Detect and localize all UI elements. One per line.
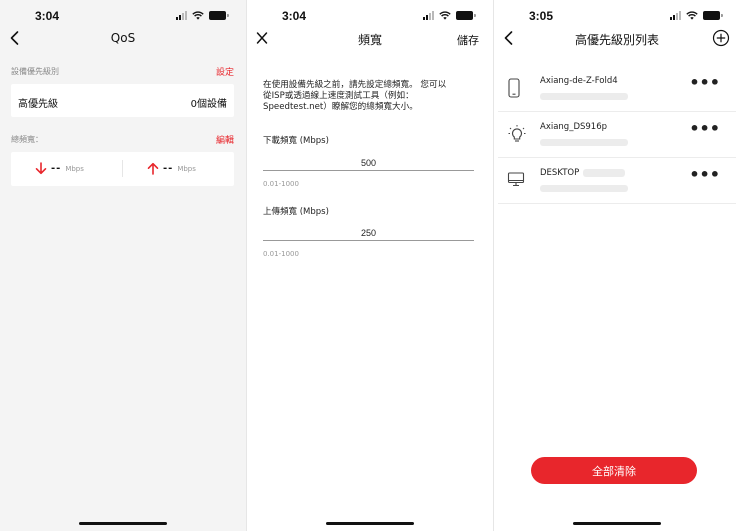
download-value: --: [51, 163, 62, 174]
download-bandwidth-input[interactable]: [263, 153, 474, 171]
status-time: 3:04: [35, 9, 60, 23]
page-title: 高優先級別列表: [574, 33, 659, 47]
more-options-icon[interactable]: •••: [689, 75, 720, 91]
device-name: Axiang_DS916p: [540, 122, 608, 132]
nav-bar: 高優先級別列表: [494, 28, 740, 50]
device-row[interactable]: Axiang_DS916p •••: [498, 112, 736, 158]
device-row[interactable]: Axiang-de-Z-Fold4 •••: [498, 66, 736, 112]
device-priority-section-label: 設備優先級別: [11, 67, 59, 76]
total-bandwidth-section-label: 總頻寬：: [11, 135, 43, 144]
download-unit: Mbps: [65, 164, 84, 173]
high-priority-row[interactable]: 高優先級 0個設備: [11, 84, 234, 117]
device-mac-redacted: [540, 185, 628, 192]
edit-bandwidth-link[interactable]: 編輯: [216, 133, 234, 146]
nav-bar: 頻寬 儲存: [247, 28, 493, 50]
divider: [122, 160, 123, 177]
device-name: Axiang-de-Z-Fold4: [540, 76, 618, 86]
set-priority-link[interactable]: 設定: [216, 65, 234, 78]
upload-bandwidth: -- Mbps: [147, 162, 196, 175]
status-bar: 3:04: [0, 0, 246, 30]
arrow-up-icon: [147, 162, 159, 175]
phone-icon: [508, 78, 520, 98]
upload-range-hint: 0.01-1000: [263, 250, 299, 258]
signal-icon: [423, 11, 434, 20]
bandwidth-card: -- Mbps -- Mbps: [11, 152, 234, 186]
bandwidth-intro-text: 在使用設備先級之前，請先設定總頻寬。 您可以 從ISP或透過線上速度測試工具（例…: [263, 80, 478, 113]
battery-icon: [456, 11, 476, 20]
download-bandwidth: -- Mbps: [35, 162, 84, 175]
upload-bandwidth-input[interactable]: [263, 223, 474, 241]
nav-bar: QoS: [0, 28, 246, 50]
high-priority-count: 0個設備: [190, 99, 227, 110]
battery-icon: [209, 11, 229, 20]
upload-value: --: [163, 163, 174, 174]
device-name: DESKTOP: [540, 168, 580, 178]
signal-icon: [670, 11, 681, 20]
qos-screen: 3:04 QoS 設備優先級別 設定 高優先級 0個設備 總頻寬： 編輯 -- …: [0, 0, 246, 531]
arrow-down-icon: [35, 162, 47, 175]
status-bar: 3:04: [247, 0, 493, 30]
page-title: QoS: [110, 31, 136, 45]
high-priority-list-screen: 3:05 高優先級別列表 Axiang-de-Z-Fold4 ••• Axian…: [494, 0, 740, 531]
status-bar: 3:05: [494, 0, 740, 30]
more-options-icon[interactable]: •••: [689, 167, 720, 183]
intro-line: 從ISP或透過線上速度測試工具（例如：: [263, 91, 414, 101]
intro-line: Speedtest.net）瞭解您的總頻寬大小。: [263, 102, 418, 112]
bulb-icon: [508, 125, 526, 142]
clear-all-button[interactable]: 全部清除: [531, 457, 697, 484]
device-mac-redacted: [540, 93, 628, 100]
high-priority-label: 高優先級: [18, 99, 58, 110]
status-time: 3:05: [529, 9, 554, 23]
signal-icon: [176, 11, 187, 20]
status-time: 3:04: [282, 9, 307, 23]
battery-icon: [703, 11, 723, 20]
save-button[interactable]: 儲存: [457, 32, 479, 48]
home-indicator: [326, 522, 414, 525]
wifi-icon: [439, 11, 451, 20]
intro-line: 在使用設備先級之前，請先設定總頻寬。 您可以: [263, 80, 447, 90]
download-range-hint: 0.01-1000: [263, 180, 299, 188]
device-row[interactable]: DESKTOP •••: [498, 158, 736, 204]
upload-unit: Mbps: [177, 164, 196, 173]
device-name-redacted: [583, 169, 625, 177]
status-icons: [670, 11, 723, 20]
bandwidth-screen: 3:04 頻寬 儲存 在使用設備先級之前，請先設定總頻寬。 您可以 從ISP或透…: [247, 0, 493, 531]
monitor-icon: [507, 172, 525, 187]
device-mac-redacted: [540, 139, 628, 146]
home-indicator: [79, 522, 167, 525]
status-icons: [176, 11, 229, 20]
upload-bandwidth-label: 上傳頻寬 (Mbps): [263, 207, 329, 217]
download-bandwidth-label: 下載頻寬 (Mbps): [263, 136, 329, 146]
more-options-icon[interactable]: •••: [689, 121, 720, 137]
home-indicator: [573, 522, 661, 525]
wifi-icon: [686, 11, 698, 20]
wifi-icon: [192, 11, 204, 20]
status-icons: [423, 11, 476, 20]
add-circle-icon[interactable]: [712, 29, 730, 47]
